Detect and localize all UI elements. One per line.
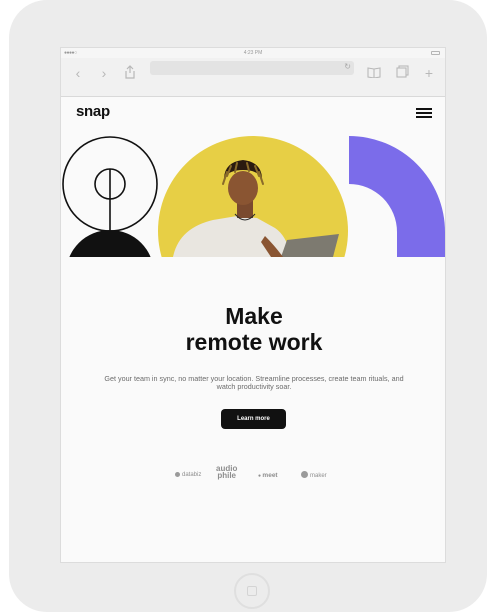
home-square-icon: [247, 586, 257, 596]
website-page: snap Make remote work Get your team in s…: [61, 97, 445, 562]
meet-logo: ● meet: [258, 472, 278, 479]
browser-toolbar: ‹ › ↻ +: [61, 58, 445, 97]
hero-headline: Make remote work: [61, 303, 445, 355]
book-icon[interactable]: [366, 65, 382, 81]
battery-icon: [431, 51, 440, 55]
hamburger-menu-icon[interactable]: [416, 108, 432, 119]
tablet-screen: ●●●●○ 4:23 PM ‹ › ↻ + snap Make remote w…: [60, 47, 446, 563]
partner-logos: databiz audio phile ● meet maker: [61, 464, 445, 482]
forward-icon[interactable]: ›: [96, 65, 112, 81]
tabs-icon[interactable]: [394, 65, 410, 81]
headline-line-2: remote work: [185, 329, 323, 355]
databiz-dot-icon: [175, 472, 180, 477]
reload-icon[interactable]: ↻: [344, 62, 351, 71]
status-time: 4:23 PM: [243, 50, 263, 56]
home-button[interactable]: [234, 573, 270, 609]
headline-line-1: Make: [225, 303, 283, 329]
audiophile-logo: audio phile: [216, 464, 238, 480]
address-bar[interactable]: ↻: [150, 61, 354, 75]
databiz-logo: databiz: [175, 472, 201, 478]
learn-more-button[interactable]: Learn more: [221, 409, 286, 429]
hero-illustration: [61, 136, 445, 257]
share-icon[interactable]: [122, 65, 138, 81]
status-bar: ●●●●○ 4:23 PM: [61, 48, 445, 58]
hero-person-image: [158, 136, 348, 257]
maker-dot-icon: [301, 471, 308, 478]
snap-logo[interactable]: snap: [76, 103, 110, 120]
purple-arc-shape: [349, 136, 445, 257]
target-shape-icon: [62, 136, 158, 257]
hero-description: Get your team in sync, no matter your lo…: [104, 374, 404, 391]
back-icon[interactable]: ‹: [70, 65, 86, 81]
maker-logo: maker: [301, 471, 327, 479]
plus-icon[interactable]: +: [421, 65, 437, 81]
